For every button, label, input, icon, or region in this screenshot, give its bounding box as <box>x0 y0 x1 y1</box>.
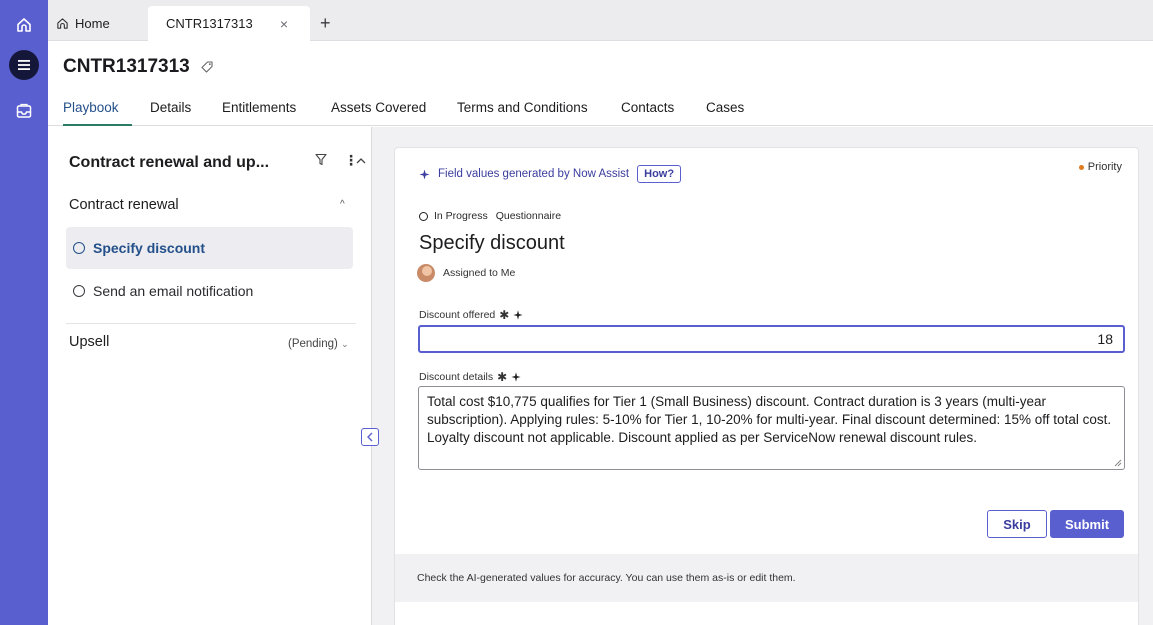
tab-cases[interactable]: Cases <box>706 100 744 115</box>
activity-status-icon <box>73 285 85 297</box>
discount-offered-input[interactable]: 18 <box>418 325 1125 353</box>
inbox-icon[interactable] <box>9 96 39 126</box>
activity-status-icon <box>73 242 85 254</box>
chevron-up-icon[interactable] <box>356 153 366 168</box>
priority-badge: Priority <box>1078 161 1122 173</box>
tab-record[interactable]: CNTR1317313 × <box>148 6 310 41</box>
add-tab-button[interactable]: + <box>320 6 331 41</box>
home-tab-icon <box>57 18 68 29</box>
tab-bar: Home CNTR1317313 × + <box>48 0 1153 41</box>
section-upsell[interactable]: Upsell <box>69 334 109 350</box>
activity-specify-discount[interactable]: Specify discount <box>66 227 353 269</box>
chevron-up-icon[interactable]: ^ <box>340 199 345 210</box>
task-status-row: In Progress Questionnaire <box>419 210 561 222</box>
sparkle-icon <box>513 310 523 320</box>
in-progress-icon <box>419 211 428 221</box>
priority-label: Priority <box>1087 161 1122 173</box>
tag-icon[interactable] <box>200 60 214 74</box>
status-badge[interactable]: (Pending) ⌄ <box>288 338 349 350</box>
skip-button[interactable]: Skip <box>987 510 1047 538</box>
tab-terms-and-conditions[interactable]: Terms and Conditions <box>457 100 588 115</box>
ai-banner-text: Field values generated by Now Assist <box>438 168 630 180</box>
resize-handle-icon[interactable] <box>1114 459 1122 467</box>
tab-playbook[interactable]: Playbook <box>63 100 119 115</box>
tab-assets-covered[interactable]: Assets Covered <box>331 100 426 115</box>
chevron-down-icon: ⌄ <box>341 339 349 349</box>
list-icon[interactable] <box>9 50 39 80</box>
discount-details-label: Discount details ✱ <box>419 370 521 384</box>
tab-entitlements[interactable]: Entitlements <box>222 100 296 115</box>
discount-details-textarea[interactable]: Total cost $10,775 qualifies for Tier 1 … <box>418 386 1125 470</box>
page-title: CNTR1317313 <box>63 56 190 77</box>
upsell-status: (Pending) <box>288 338 338 350</box>
activity-send-email[interactable]: Send an email notification <box>66 270 353 312</box>
tab-record-label: CNTR1317313 <box>166 16 253 31</box>
task-card: Field values generated by Now Assist How… <box>394 147 1139 625</box>
activity-label: Specify discount <box>93 240 206 256</box>
tab-details[interactable]: Details <box>150 100 191 115</box>
discount-details-text: Total cost $10,775 qualifies for Tier 1 … <box>427 394 1112 445</box>
section-contract-renewal[interactable]: Contract renewal <box>69 197 179 213</box>
task-state: In Progress <box>434 210 488 222</box>
task-type: Questionnaire <box>495 210 562 222</box>
filter-icon[interactable] <box>315 153 327 169</box>
activity-label: Send an email notification <box>93 283 254 299</box>
required-icon: ✱ <box>499 308 510 322</box>
submit-button[interactable]: Submit <box>1050 510 1124 538</box>
task-title: Specify discount <box>419 232 565 254</box>
record-title-row: CNTR1317313 <box>63 56 214 78</box>
collapse-panel-button[interactable] <box>361 428 379 446</box>
playbook-panel: Contract renewal and up... ⋮ Contract re… <box>48 127 372 625</box>
ai-banner: Field values generated by Now Assist How… <box>419 165 682 183</box>
left-rail <box>0 0 48 625</box>
priority-dot-icon <box>1078 164 1084 170</box>
assignee-label: Assigned to Me <box>443 267 516 279</box>
tab-home[interactable]: Home <box>56 6 110 41</box>
active-tab-underline <box>63 124 132 126</box>
chevron-left-icon <box>367 432 373 442</box>
sparkle-icon <box>419 168 430 180</box>
how-button[interactable]: How? <box>637 165 682 183</box>
home-icon[interactable] <box>9 10 39 40</box>
playbook-title: Contract renewal and up... <box>69 154 270 171</box>
record-tabs: Playbook Details Entitlements Assets Cov… <box>48 96 1153 126</box>
discount-details-label-text: Discount details <box>419 371 494 383</box>
avatar <box>417 264 435 282</box>
assignee-row: Assigned to Me <box>417 264 515 282</box>
discount-offered-label-text: Discount offered <box>419 309 496 321</box>
ai-accuracy-note: Check the AI-generated values for accura… <box>395 554 1138 602</box>
tab-contacts[interactable]: Contacts <box>621 100 674 115</box>
tab-home-label: Home <box>75 16 110 31</box>
sparkle-icon <box>511 372 521 382</box>
required-icon: ✱ <box>497 370 508 384</box>
discount-offered-label: Discount offered ✱ <box>419 308 523 322</box>
section-divider <box>66 323 356 324</box>
close-icon[interactable]: × <box>280 16 288 32</box>
